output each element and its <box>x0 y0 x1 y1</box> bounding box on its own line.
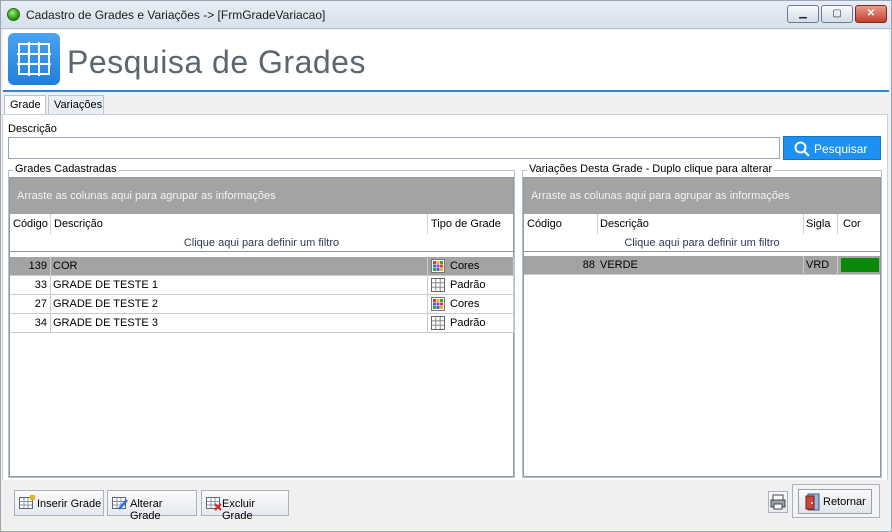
row-tipo: Cores <box>450 260 480 272</box>
row-tipo: Padrão <box>450 317 486 329</box>
grades-group-title: Grades Cadastradas <box>13 163 119 175</box>
color-grid-icon <box>431 259 445 273</box>
delete-grade-button[interactable]: Excluir Grade <box>201 490 289 522</box>
column-sigla[interactable]: Sigla <box>806 218 830 230</box>
table-row[interactable]: 34 GRADE DE TESTE 3 Padrão <box>10 314 514 333</box>
close-button[interactable]: ✕ <box>855 5 887 23</box>
page-header: Pesquisa de Grades <box>3 30 889 92</box>
row-tipo: Padrão <box>450 279 486 291</box>
insert-grade-button[interactable]: Inserir Grade <box>14 490 104 516</box>
grades-column-header: Código Descrição Tipo de Grade <box>10 214 513 234</box>
page-title: Pesquisa de Grades <box>67 44 366 80</box>
row-descricao: VERDE <box>600 259 638 271</box>
table-row[interactable]: 27 GRADE DE TESTE 2 Cores <box>10 295 514 314</box>
variacoes-filter-row[interactable]: Clique aqui para definir um filtro <box>524 234 880 252</box>
plain-grid-icon <box>431 278 445 292</box>
row-tipo: Cores <box>450 298 480 310</box>
window-title: Cadastro de Grades e Variações -> [FrmGr… <box>26 8 326 22</box>
delete-grid-icon <box>206 497 222 511</box>
tab-grade[interactable]: Grade <box>4 95 46 116</box>
grades-filter-row[interactable]: Clique aqui para definir um filtro <box>10 234 513 252</box>
table-row[interactable]: 88 VERDE VRD <box>524 256 880 275</box>
grades-grid[interactable]: Arraste as colunas aqui para agrupar as … <box>9 177 514 477</box>
maximize-button[interactable]: ▢ <box>821 5 853 23</box>
variacoes-column-header: Código Descrição Sigla Cor <box>524 214 880 234</box>
row-descricao: COR <box>53 260 78 272</box>
column-tipo-grade[interactable]: Tipo de Grade <box>431 218 501 230</box>
row-codigo: 139 <box>28 260 47 272</box>
insert-grade-label: Inserir Grade <box>37 498 102 510</box>
alter-grade-button[interactable]: Alterar Grade <box>107 490 197 522</box>
search-icon <box>794 141 810 157</box>
variacoes-grid[interactable]: Arraste as colunas aqui para agrupar as … <box>523 177 881 477</box>
return-button-label: Retornar <box>823 496 866 508</box>
print-icon <box>770 494 786 510</box>
delete-grade-label: Excluir Grade <box>222 498 256 522</box>
color-swatch <box>841 258 879 272</box>
table-row[interactable]: 139 COR Cores <box>10 257 514 276</box>
alter-grade-label: Alterar Grade <box>130 498 163 522</box>
row-codigo: 27 <box>34 298 47 310</box>
description-label: Descrição <box>8 123 57 135</box>
row-descricao: GRADE DE TESTE 3 <box>53 317 158 329</box>
search-button-label: Pesquisar <box>814 142 868 156</box>
table-row[interactable]: 33 GRADE DE TESTE 1 Padrão <box>10 276 514 295</box>
print-button[interactable] <box>768 491 788 513</box>
exit-door-icon <box>805 493 820 511</box>
row-sigla: VRD <box>806 259 830 271</box>
tab-variacoes[interactable]: Variações <box>48 95 104 115</box>
variacoes-group-by-panel[interactable]: Arraste as colunas aqui para agrupar as … <box>524 178 880 214</box>
title-bar[interactable]: Cadastro de Grades e Variações -> [FrmGr… <box>1 1 891 29</box>
app-status-icon <box>7 8 20 21</box>
description-search-input[interactable] <box>8 137 780 159</box>
column-descricao[interactable]: Descrição <box>54 218 103 230</box>
plain-grid-icon <box>431 316 445 330</box>
column-descricao[interactable]: Descrição <box>600 218 649 230</box>
row-descricao: GRADE DE TESTE 2 <box>53 298 158 310</box>
grid-icon <box>8 33 60 85</box>
search-button[interactable]: Pesquisar <box>783 136 881 160</box>
grades-group-by-panel[interactable]: Arraste as colunas aqui para agrupar as … <box>10 178 513 214</box>
edit-grid-icon <box>112 497 128 510</box>
row-codigo: 88 <box>582 259 595 271</box>
row-codigo: 34 <box>34 317 47 329</box>
row-codigo: 33 <box>34 279 47 291</box>
row-descricao: GRADE DE TESTE 1 <box>53 279 158 291</box>
color-grid-icon <box>431 297 445 311</box>
column-codigo[interactable]: Código <box>527 218 562 230</box>
insert-grid-icon <box>19 495 35 509</box>
column-cor[interactable]: Cor <box>843 218 861 230</box>
minimize-button[interactable]: ▁ <box>787 5 819 23</box>
column-codigo[interactable]: Código <box>13 218 48 230</box>
variacoes-group-title: Variações Desta Grade - Duplo clique par… <box>527 163 775 175</box>
return-button[interactable]: Retornar <box>798 489 872 514</box>
